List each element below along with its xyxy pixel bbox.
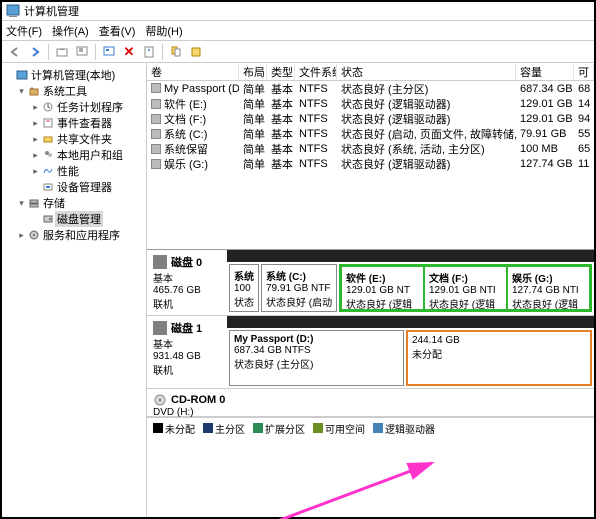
col-capacity[interactable]: 容量 (516, 64, 574, 80)
extra-icon[interactable] (187, 43, 205, 61)
disk-0-block: 磁盘 0 基本 465.76 GB 联机 系统100状态 系统 (C:)79.9… (147, 250, 594, 316)
disk0-part-f[interactable]: 文档 (F:)129.01 GB NTI状态良好 (逻辑 (424, 266, 507, 310)
disk0-part-e[interactable]: 软件 (E:)129.01 GB NT状态良好 (逻辑 (341, 266, 424, 310)
up-icon[interactable] (53, 43, 71, 61)
disk1-part-d[interactable]: My Passport (D:)687.34 GB NTFS状态良好 (主分区) (229, 330, 404, 386)
tree-task-scheduler[interactable]: ▸任务计划程序 (4, 99, 144, 115)
tree-local-users[interactable]: ▸本地用户和组 (4, 147, 144, 163)
tree-pane: 计算机管理(本地) ▾系统工具 ▸任务计划程序 ▸事件查看器 ▸共享文件夹 ▸本… (2, 63, 147, 517)
cdrom-icon (153, 393, 167, 407)
tree-services-apps[interactable]: ▸服务和应用程序 (4, 227, 144, 243)
graphical-view: 磁盘 0 基本 465.76 GB 联机 系统100状态 系统 (C:)79.9… (147, 249, 594, 517)
disk-icon (153, 255, 167, 269)
disk1-unallocated[interactable]: 244.14 GB未分配 (406, 330, 592, 386)
delete-icon[interactable]: ✕ (120, 43, 138, 61)
volume-row[interactable]: My Passport (D:)简单基本NTFS状态良好 (主分区)687.34… (147, 81, 594, 96)
tree-disk-management[interactable]: 磁盘管理 (4, 211, 144, 227)
menu-action[interactable]: 操作(A) (52, 23, 89, 39)
disk-1-block: 磁盘 1 基本 931.48 GB 联机 My Passport (D:)687… (147, 316, 594, 389)
tree-performance[interactable]: ▸性能 (4, 163, 144, 179)
volume-row[interactable]: 软件 (E:)简单基本NTFS状态良好 (逻辑驱动器)129.01 GB14 (147, 96, 594, 111)
col-status[interactable]: 状态 (337, 64, 516, 80)
tree-system-tools[interactable]: ▾系统工具 (4, 83, 144, 99)
col-volume[interactable]: 卷 (147, 64, 239, 80)
tree-root[interactable]: 计算机管理(本地) (4, 67, 144, 83)
disk-1-legend[interactable]: 磁盘 1 基本 931.48 GB 联机 (147, 316, 227, 388)
titlebar: 计算机管理 (2, 2, 594, 21)
tree-storage[interactable]: ▾存储 (4, 195, 144, 211)
disk0-part-c[interactable]: 系统 (C:)79.91 GB NTF状态良好 (启动 (261, 264, 337, 312)
volume-row[interactable]: 文档 (F:)简单基本NTFS状态良好 (逻辑驱动器)129.01 GB94 (147, 111, 594, 126)
disk-0-legend[interactable]: 磁盘 0 基本 465.76 GB 联机 (147, 250, 227, 315)
volume-row[interactable]: 系统 (C:)简单基本NTFS状态良好 (启动, 页面文件, 故障转储, 主分区… (147, 126, 594, 141)
help-icon[interactable] (167, 43, 185, 61)
cdrom-legend[interactable]: CD-ROM 0 DVD (H:) (147, 389, 594, 416)
volume-list: My Passport (D:)简单基本NTFS状态良好 (主分区)687.34… (147, 81, 594, 171)
menubar: 文件(F) 操作(A) 查看(V) 帮助(H) (2, 21, 594, 41)
disk0-part-reserved[interactable]: 系统100状态 (229, 264, 259, 312)
console-icon[interactable] (73, 43, 91, 61)
legend: 未分配 主分区 扩展分区 可用空间 逻辑驱动器 (147, 417, 594, 439)
menu-file[interactable]: 文件(F) (6, 23, 42, 39)
tree-shared-folders[interactable]: ▸共享文件夹 (4, 131, 144, 147)
col-free[interactable]: 可 (574, 64, 594, 80)
tree-event-viewer[interactable]: ▸事件查看器 (4, 115, 144, 131)
forward-icon[interactable] (26, 43, 44, 61)
cdrom-block: CD-ROM 0 DVD (H:) (147, 389, 594, 417)
back-icon[interactable] (6, 43, 24, 61)
content-pane: 卷 布局 类型 文件系统 状态 容量 可 My Passport (D:)简单基… (147, 63, 594, 517)
col-layout[interactable]: 布局 (239, 64, 267, 80)
menu-help[interactable]: 帮助(H) (145, 23, 182, 39)
toolbar: ✕ (2, 41, 594, 63)
disk-icon (153, 321, 167, 335)
volume-row[interactable]: 系统保留简单基本NTFS状态良好 (系统, 活动, 主分区)100 MB65 (147, 141, 594, 156)
col-type[interactable]: 类型 (267, 64, 295, 80)
refresh-icon[interactable] (100, 43, 118, 61)
col-fs[interactable]: 文件系统 (295, 64, 337, 80)
window-title: 计算机管理 (24, 3, 79, 19)
app-icon (6, 4, 20, 18)
disk0-part-g[interactable]: 娱乐 (G:)127.74 GB NTI状态良好 (逻辑 (507, 266, 590, 310)
volume-header: 卷 布局 类型 文件系统 状态 容量 可 (147, 63, 594, 81)
tree-device-manager[interactable]: 设备管理器 (4, 179, 144, 195)
volume-row[interactable]: 娱乐 (G:)简单基本NTFS状态良好 (逻辑驱动器)127.74 GB11 (147, 156, 594, 171)
menu-view[interactable]: 查看(V) (99, 23, 136, 39)
properties-icon[interactable] (140, 43, 158, 61)
